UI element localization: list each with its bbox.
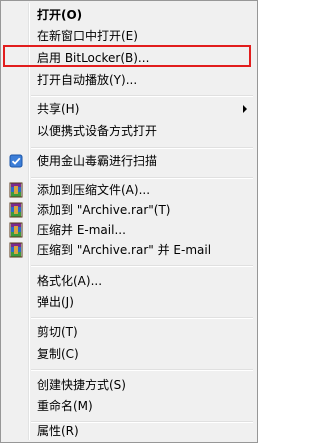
winrar-icon — [8, 242, 24, 258]
menu-item-copy[interactable]: 复制(C) — [3, 343, 255, 365]
red-highlight-box — [3, 45, 251, 67]
context-menu: 打开(O) 在新窗口中打开(E) 启用 BitLocker(B)... 打开自动… — [0, 0, 258, 443]
menu-item-portable-device-label: 以便携式设备方式打开 — [37, 124, 158, 138]
menu-item-create-shortcut-label: 创建快捷方式(S) — [37, 378, 126, 392]
menu-item-properties-label: 属性(R) — [37, 424, 79, 438]
menu-item-rename[interactable]: 重命名(M) — [3, 395, 255, 417]
menu-item-cut[interactable]: 剪切(T) — [3, 321, 255, 343]
menu-item-format-label: 格式化(A)... — [37, 274, 103, 288]
menu-separator — [31, 147, 253, 149]
menu-item-open-label: 打开(O) — [37, 8, 83, 22]
shield-check-icon — [8, 153, 24, 169]
menu-item-compress-rar-email-label: 压缩到 "Archive.rar" 并 E-mail — [37, 243, 212, 257]
menu-item-share-label: 共享(H) — [37, 102, 80, 116]
menu-item-properties[interactable]: 属性(R) — [3, 420, 255, 442]
menu-item-autoplay-label: 打开自动播放(Y)... — [37, 73, 138, 87]
menu-item-compress-email[interactable]: 压缩并 E-mail... — [3, 219, 255, 241]
menu-separator — [31, 95, 253, 97]
menu-item-copy-label: 复制(C) — [37, 347, 79, 361]
menu-item-format[interactable]: 格式化(A)... — [3, 270, 255, 292]
menu-item-rename-label: 重命名(M) — [37, 399, 93, 413]
menu-item-kingsoft-scan-label: 使用金山毒霸进行扫描 — [37, 154, 158, 168]
menu-item-add-to-archive[interactable]: 添加到压缩文件(A)... — [3, 179, 255, 201]
menu-item-autoplay[interactable]: 打开自动播放(Y)... — [3, 69, 255, 91]
winrar-icon — [8, 182, 24, 198]
menu-item-portable-device[interactable]: 以便携式设备方式打开 — [3, 120, 255, 142]
winrar-icon — [8, 202, 24, 218]
menu-separator — [31, 369, 253, 371]
menu-item-add-to-archive-label: 添加到压缩文件(A)... — [37, 183, 151, 197]
menu-separator — [31, 265, 253, 267]
menu-item-compress-email-label: 压缩并 E-mail... — [37, 223, 126, 237]
menu-item-eject-label: 弹出(J) — [37, 295, 74, 309]
menu-separator — [31, 317, 253, 319]
menu-item-create-shortcut[interactable]: 创建快捷方式(S) — [3, 374, 255, 396]
menu-item-add-to-rar-label: 添加到 "Archive.rar"(T) — [37, 203, 171, 217]
submenu-arrow-icon — [243, 105, 247, 113]
menu-item-eject[interactable]: 弹出(J) — [3, 291, 255, 313]
menu-item-compress-rar-email[interactable]: 压缩到 "Archive.rar" 并 E-mail — [3, 239, 255, 261]
menu-item-share[interactable]: 共享(H) — [3, 98, 255, 120]
menu-item-kingsoft-scan[interactable]: 使用金山毒霸进行扫描 — [3, 150, 255, 172]
menu-item-cut-label: 剪切(T) — [37, 325, 78, 339]
menu-item-open[interactable]: 打开(O) — [3, 4, 255, 26]
menu-item-add-to-rar[interactable]: 添加到 "Archive.rar"(T) — [3, 199, 255, 221]
winrar-icon — [8, 222, 24, 238]
menu-item-open-new-window-label: 在新窗口中打开(E) — [37, 29, 138, 43]
menu-item-open-new-window[interactable]: 在新窗口中打开(E) — [3, 25, 255, 47]
